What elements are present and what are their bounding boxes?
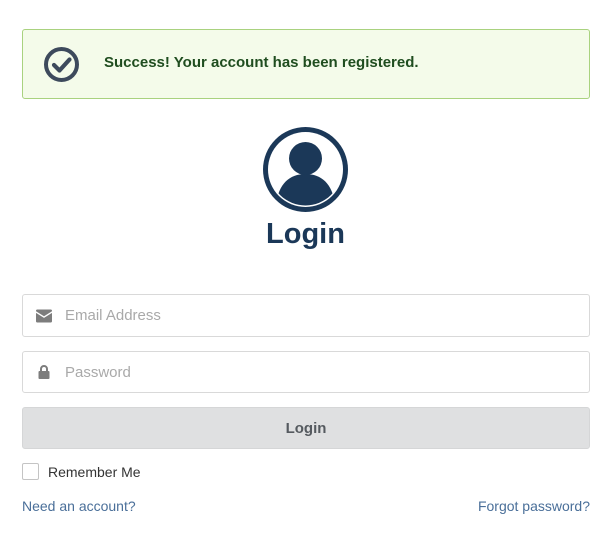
password-field-group bbox=[22, 351, 590, 393]
remember-me: Remember Me bbox=[22, 463, 141, 480]
email-input[interactable] bbox=[65, 295, 585, 336]
remember-me-checkbox[interactable] bbox=[22, 463, 39, 480]
login-page: Success! Your account has been registere… bbox=[0, 0, 611, 544]
check-circle-icon bbox=[44, 47, 79, 82]
envelope-icon bbox=[36, 309, 52, 322]
user-circle-icon bbox=[263, 127, 348, 212]
login-button[interactable]: Login bbox=[22, 407, 590, 449]
remember-me-label[interactable]: Remember Me bbox=[48, 464, 141, 480]
lock-icon bbox=[38, 365, 50, 379]
email-field-group bbox=[22, 294, 590, 337]
forgot-password-link[interactable]: Forgot password? bbox=[478, 498, 590, 514]
password-input[interactable] bbox=[65, 352, 585, 392]
success-alert: Success! Your account has been registere… bbox=[22, 29, 590, 99]
need-account-link[interactable]: Need an account? bbox=[22, 498, 136, 514]
page-title: Login bbox=[266, 218, 345, 250]
alert-message: Success! Your account has been registere… bbox=[104, 54, 419, 71]
